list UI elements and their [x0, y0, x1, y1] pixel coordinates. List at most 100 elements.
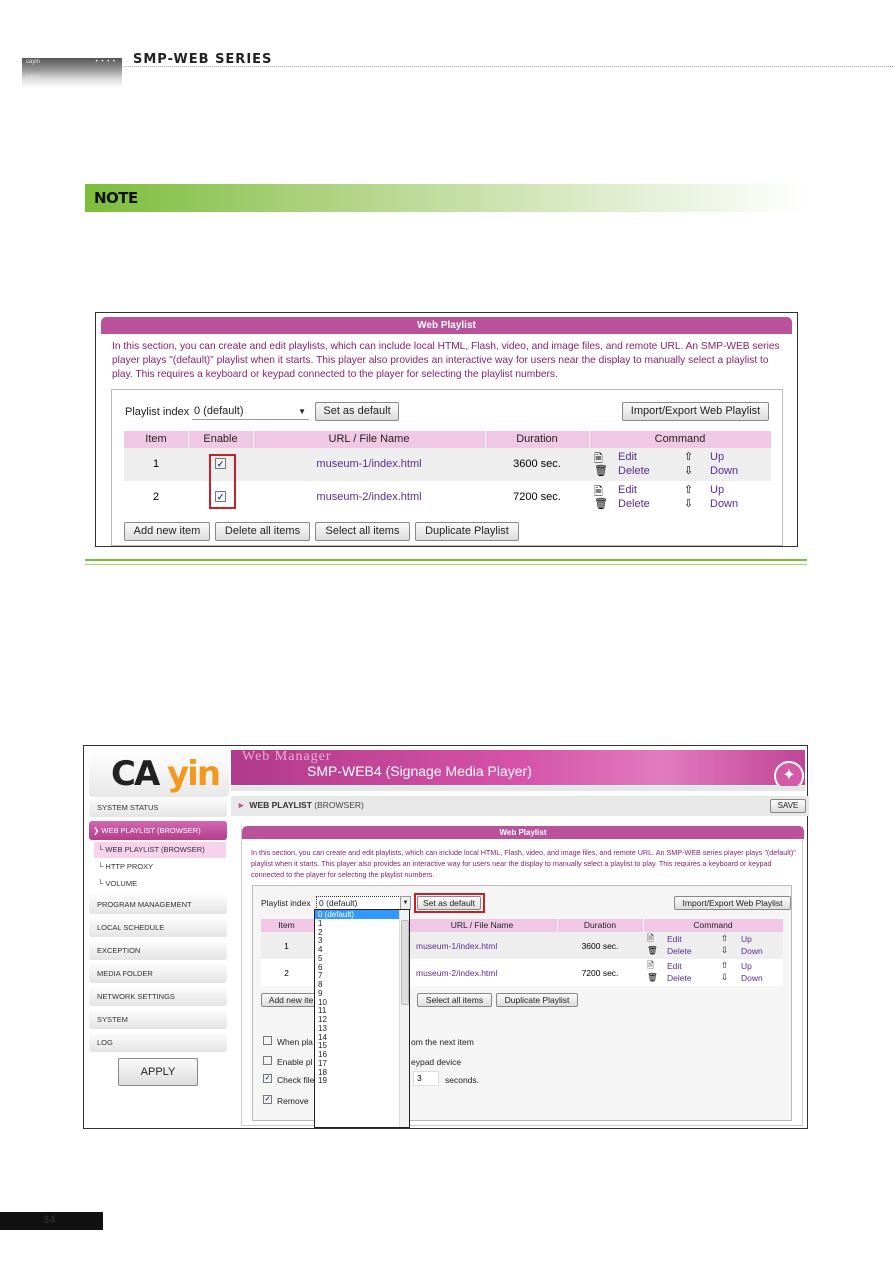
page-number-tab: 34	[0, 1212, 103, 1230]
dropdown-option[interactable]: 10	[315, 998, 409, 1007]
dropdown-option[interactable]: 2	[315, 928, 409, 937]
apply-button[interactable]: APPLY	[118, 1058, 198, 1086]
sidebar-item-network-settings[interactable]: NETWORK SETTINGS	[89, 987, 227, 1006]
down-link[interactable]: Down	[741, 973, 763, 983]
playlist-index-dropdown-list[interactable]: 0 (default) 1 2 3 4 5 6 7 8 9 10 11 12 13 14 15 16 17 18 19	[314, 909, 410, 1128]
chevron-down-icon[interactable]: ▼	[400, 896, 411, 910]
dropdown-option[interactable]: 19	[315, 1076, 409, 1085]
dropdown-option[interactable]: 4	[315, 945, 409, 954]
row-item: 1	[284, 941, 289, 951]
sidebar-item-web-playlist[interactable]: ❯ WEB PLAYLIST (BROWSER)	[89, 821, 227, 840]
dropdown-option[interactable]: 9	[315, 989, 409, 998]
dropdown-option[interactable]: 17	[315, 1059, 409, 1068]
dropdown-scrollbar[interactable]	[399, 910, 409, 1127]
option-checkbox-2[interactable]	[263, 1056, 272, 1065]
col-duration: Duration	[516, 433, 558, 445]
note-label: NOTE	[94, 189, 138, 207]
down-link[interactable]: Down	[710, 465, 738, 477]
delete-all-items-button[interactable]: Delete all items	[215, 522, 310, 541]
dropdown-option[interactable]: 15	[315, 1041, 409, 1050]
col-command: Command	[693, 920, 733, 930]
trash-icon: 🗑	[594, 465, 608, 477]
sidebar-item-label: WEB PLAYLIST (BROWSER)	[101, 826, 201, 835]
delete-link[interactable]: Delete	[667, 946, 692, 956]
playlist-index-label: Playlist index	[125, 406, 190, 418]
dropdown-option[interactable]: 12	[315, 1015, 409, 1024]
dropdown-option[interactable]: 0 (default)	[315, 910, 409, 919]
manager-banner: Web Manager SMP-WEB4 (Signage Media Play…	[231, 749, 805, 785]
delete-link[interactable]: Delete	[618, 465, 650, 477]
arrow-down-icon: ⇩	[684, 498, 694, 510]
trash-icon: 🗑	[594, 498, 608, 510]
dropdown-option[interactable]: 13	[315, 1024, 409, 1033]
row-url-link[interactable]: museum-2/index.html	[253, 491, 485, 503]
edit-link[interactable]: Edit	[667, 934, 682, 944]
sidebar-item-log[interactable]: LOG	[89, 1033, 227, 1052]
sidebar-item-exception[interactable]: EXCEPTION	[89, 941, 227, 960]
down-link[interactable]: Down	[710, 498, 738, 510]
down-link[interactable]: Down	[741, 946, 763, 956]
cayin-logo: CA yin	[89, 750, 229, 797]
delete-link[interactable]: Delete	[667, 973, 692, 983]
scrollbar-thumb[interactable]	[401, 920, 409, 1005]
panel-title: Web Playlist	[242, 826, 804, 839]
select-all-items-button[interactable]: Select all items	[315, 522, 410, 541]
option-label-2: Enable pl	[277, 1057, 313, 1067]
dropdown-option[interactable]: 6	[315, 963, 409, 972]
option-checkbox-4[interactable]: ✓	[263, 1095, 272, 1104]
col-command: Command	[654, 433, 706, 445]
edit-link[interactable]: Edit	[618, 451, 637, 463]
row-url-link[interactable]: museum-1/index.html	[407, 941, 557, 951]
seconds-input[interactable]: 3	[413, 1071, 439, 1086]
dropdown-option[interactable]: 5	[315, 954, 409, 963]
option-checkbox-1[interactable]	[263, 1036, 272, 1045]
dropdown-option[interactable]: 18	[315, 1068, 409, 1077]
header-divider	[124, 66, 893, 67]
web-playlist-screenshot: Web Playlist In this section, you can cr…	[95, 312, 798, 547]
dropdown-option[interactable]: 3	[315, 936, 409, 945]
import-export-button[interactable]: Import/Export Web Playlist	[674, 896, 791, 910]
sidebar-item-system[interactable]: SYSTEM	[89, 1010, 227, 1029]
enable-highlight-box	[209, 454, 236, 509]
panel-title: Web Playlist	[101, 317, 792, 334]
up-link[interactable]: Up	[710, 451, 724, 463]
sidebar-sub-http-proxy[interactable]: └ HTTP PROXY	[94, 859, 226, 875]
add-new-item-button[interactable]: Add new ite	[261, 993, 321, 1007]
dropdown-option[interactable]: 1	[315, 919, 409, 928]
playlist-index-select[interactable]: 0 (default) ▼	[192, 403, 309, 420]
up-link[interactable]: Up	[741, 934, 752, 944]
dropdown-option[interactable]: 14	[315, 1033, 409, 1042]
row-url-link[interactable]: museum-2/index.html	[407, 968, 557, 978]
add-new-item-button[interactable]: Add new item	[124, 522, 210, 541]
col-duration: Duration	[583, 920, 617, 930]
sidebar-item-media-folder[interactable]: MEDIA FOLDER	[89, 964, 227, 983]
select-all-items-button[interactable]: Select all items	[417, 993, 492, 1007]
sidebar-item-program-management[interactable]: PROGRAM MANAGEMENT	[89, 895, 227, 914]
edit-link[interactable]: Edit	[667, 961, 682, 971]
row-url-link[interactable]: museum-1/index.html	[253, 458, 485, 470]
duplicate-playlist-button[interactable]: Duplicate Playlist	[496, 993, 578, 1007]
delete-link[interactable]: Delete	[618, 498, 650, 510]
sidebar-item-local-schedule[interactable]: LOCAL SCHEDULE	[89, 918, 227, 937]
col-enable: Enable	[203, 433, 238, 445]
playlist-index-select[interactable]: 0 (default) ▼	[316, 896, 411, 910]
series-title: SMP-WEB SERIES	[133, 52, 273, 67]
up-link[interactable]: Up	[741, 961, 752, 971]
import-export-button[interactable]: Import/Export Web Playlist	[622, 402, 769, 421]
dropdown-option[interactable]: 7	[315, 971, 409, 980]
playlist-index-value: 0 (default)	[319, 898, 358, 908]
dropdown-option[interactable]: 16	[315, 1050, 409, 1059]
dropdown-option[interactable]: 11	[315, 1006, 409, 1015]
sidebar-sub-web-playlist[interactable]: └ WEB PLAYLIST (BROWSER)	[94, 842, 226, 858]
up-link[interactable]: Up	[710, 484, 724, 496]
duplicate-playlist-button[interactable]: Duplicate Playlist	[415, 522, 519, 541]
trash-icon: 🗑	[647, 972, 658, 982]
dropdown-option[interactable]: 8	[315, 980, 409, 989]
sidebar-item-system-status[interactable]: SYSTEM STATUS	[89, 798, 227, 817]
edit-link[interactable]: Edit	[618, 484, 637, 496]
save-button[interactable]: SAVE	[770, 799, 806, 813]
set-as-default-button[interactable]: Set as default	[315, 402, 399, 421]
sidebar-sub-volume[interactable]: └ VOLUME	[94, 876, 226, 892]
option-checkbox-3[interactable]: ✓	[263, 1074, 272, 1083]
triangle-right-icon: ►	[237, 800, 246, 810]
